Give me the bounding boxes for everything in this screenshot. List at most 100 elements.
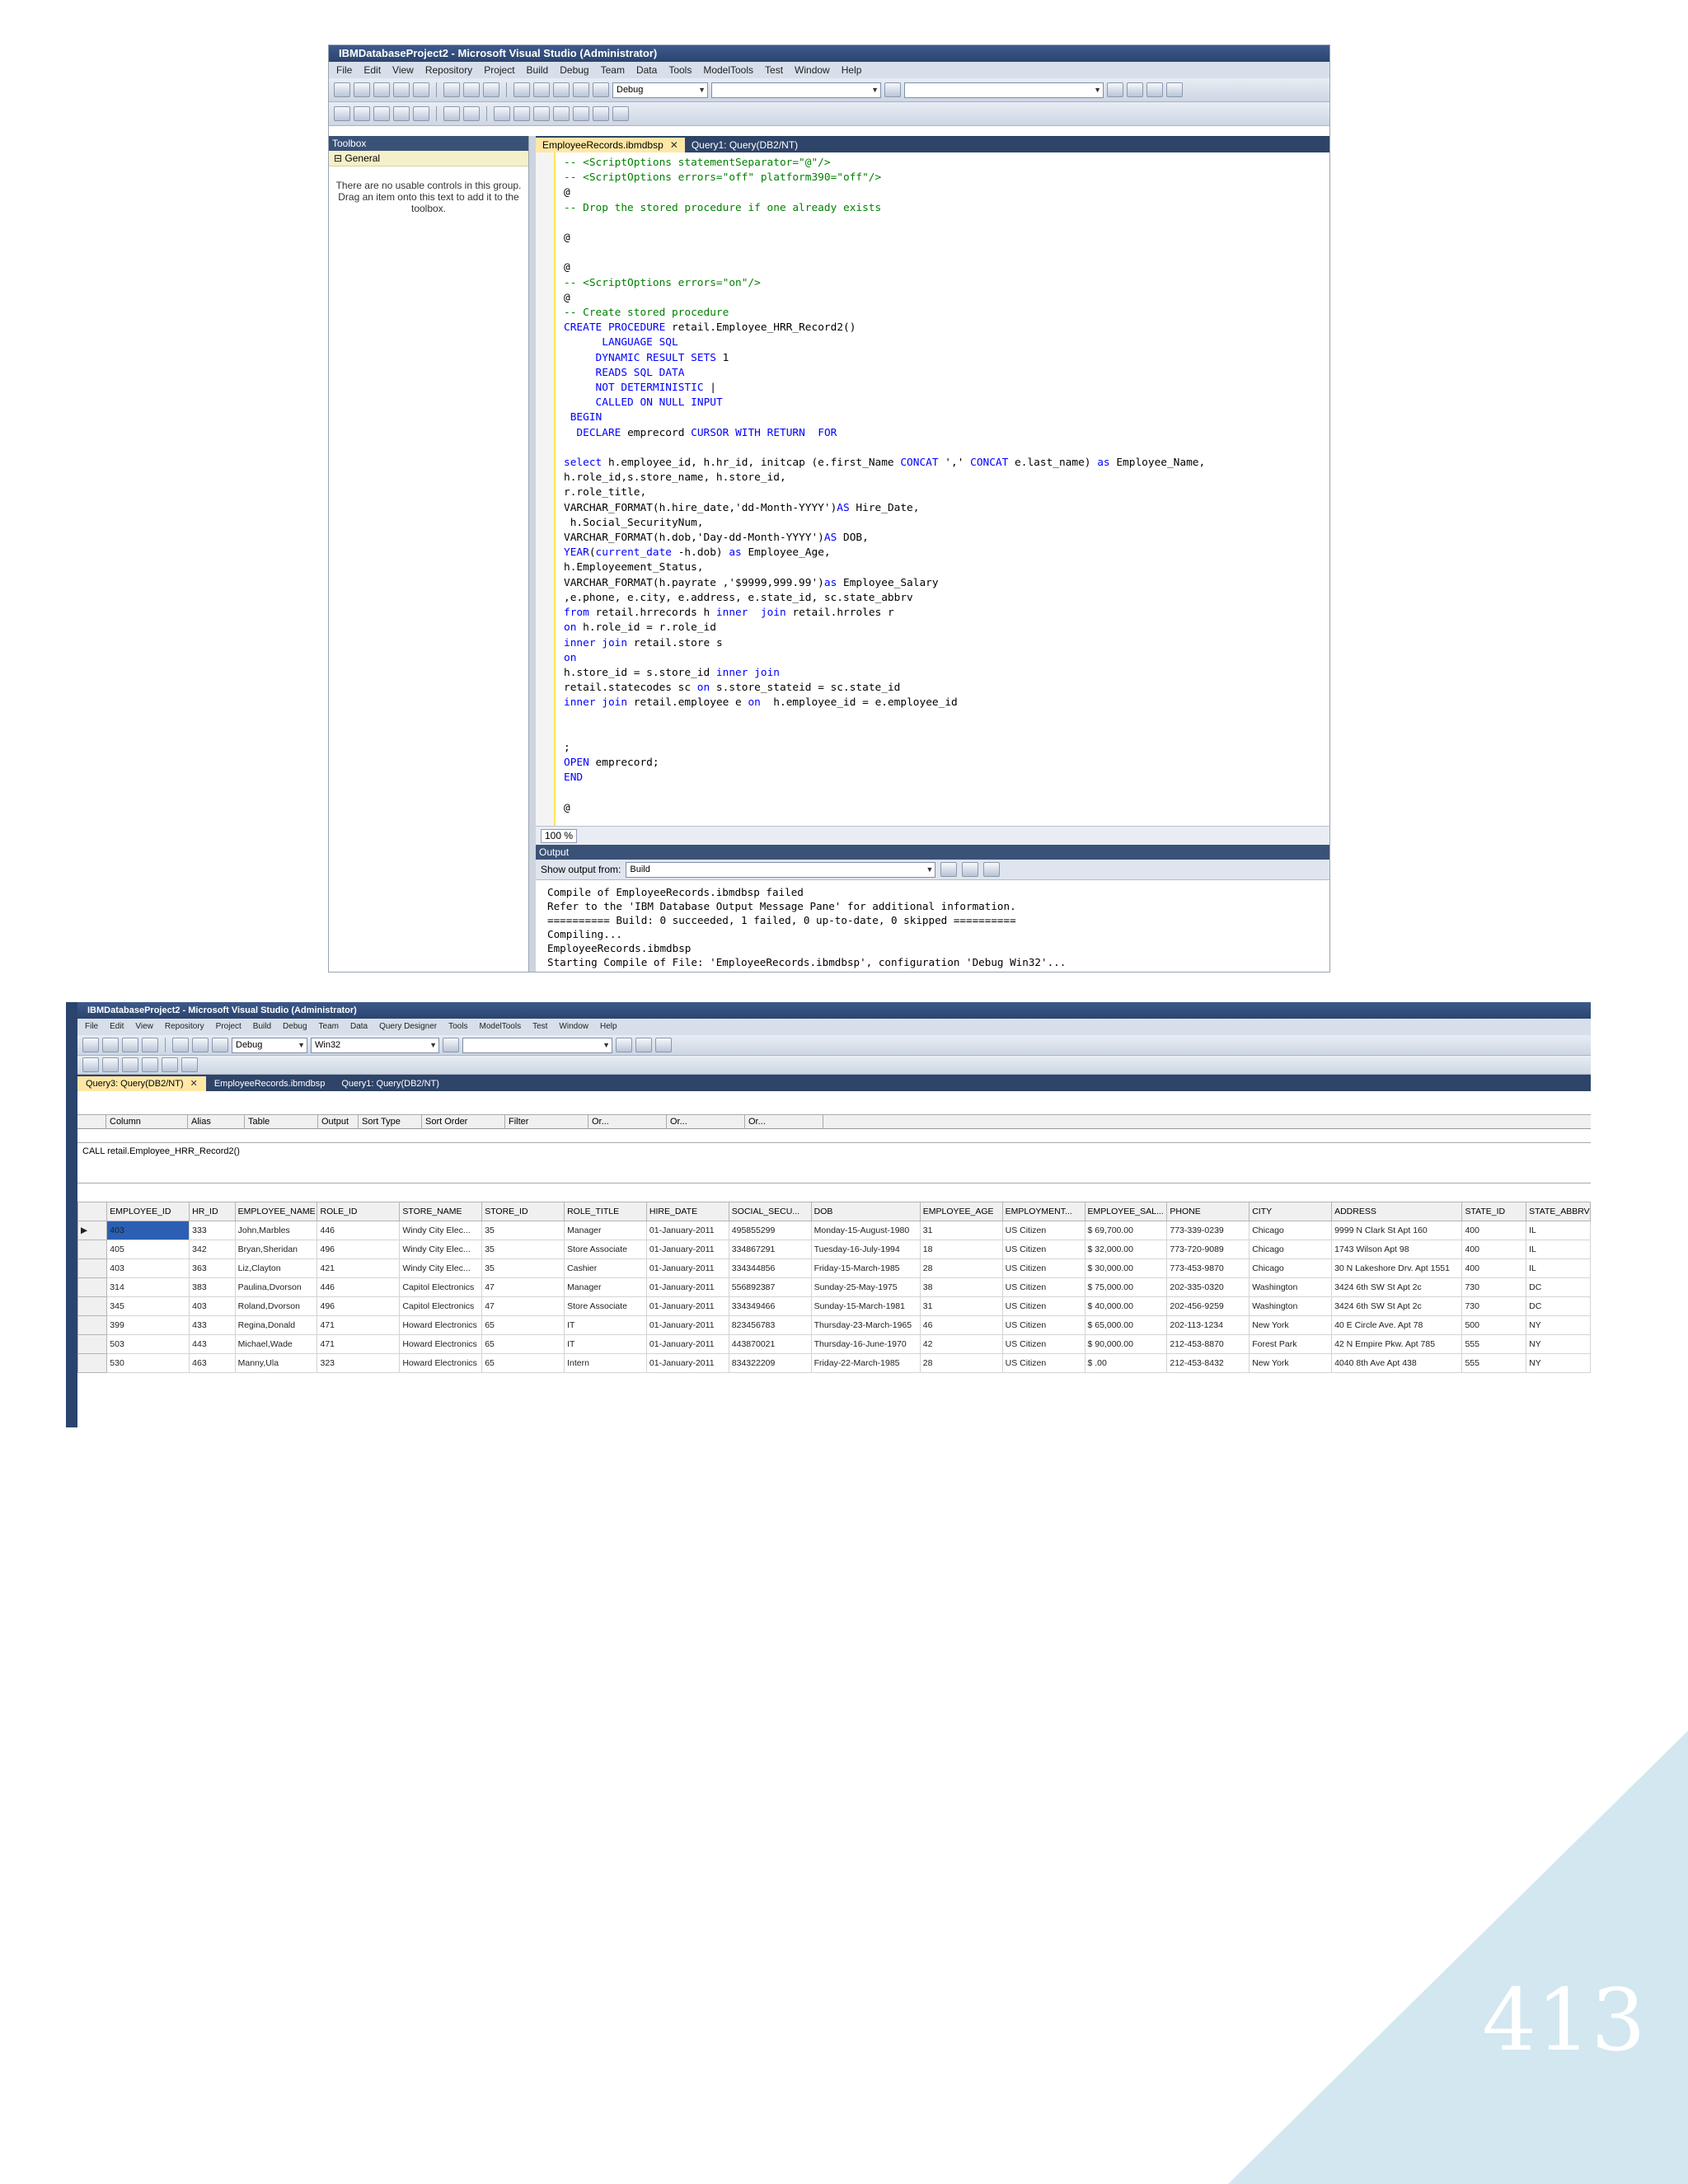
table-cell[interactable]: Sunday-15-March-1981	[810, 1296, 921, 1316]
show-criteria-icon[interactable]	[102, 1057, 119, 1072]
save-icon[interactable]	[122, 1038, 138, 1052]
diagram-pane[interactable]	[77, 1091, 1591, 1115]
table-cell[interactable]: 730	[1461, 1277, 1527, 1297]
table-cell[interactable]: $ 65,000.00	[1084, 1315, 1168, 1335]
tab-query3[interactable]: Query3: Query(DB2/NT) ✕	[77, 1076, 206, 1091]
row-header[interactable]	[77, 1240, 108, 1259]
tab-employee-records[interactable]: EmployeeRecords.ibmdbsp	[206, 1076, 334, 1091]
table-cell[interactable]: Cashier	[564, 1258, 647, 1278]
table-cell[interactable]: 65	[481, 1315, 565, 1335]
table-cell[interactable]: 334349466	[728, 1296, 812, 1316]
table-cell[interactable]: 01-January-2011	[645, 1221, 729, 1240]
table-cell[interactable]: 443	[189, 1334, 236, 1354]
table-cell[interactable]: 01-January-2011	[645, 1353, 729, 1373]
row-header[interactable]	[77, 1334, 108, 1354]
table-cell[interactable]: 463	[189, 1353, 236, 1373]
table-cell[interactable]: 433	[189, 1315, 236, 1335]
bookmark-next-icon[interactable]	[573, 106, 589, 121]
menu-item-build[interactable]: Build	[521, 64, 555, 76]
clear-output-icon[interactable]	[940, 862, 958, 877]
table-cell[interactable]: Friday-22-March-1985	[810, 1353, 921, 1373]
menu-item-project[interactable]: Project	[478, 64, 520, 76]
column-header[interactable]: STATE_ID	[1461, 1202, 1527, 1221]
table-cell[interactable]: IL	[1526, 1221, 1591, 1240]
table-cell[interactable]: US Citizen	[1001, 1353, 1085, 1373]
tab-employee-records[interactable]: EmployeeRecords.ibmdbsp ✕	[536, 138, 685, 152]
row-header[interactable]	[77, 1296, 108, 1316]
table-cell[interactable]: 400	[1461, 1240, 1527, 1259]
table-cell[interactable]: 202-113-1234	[1166, 1315, 1250, 1335]
solution-config-combo[interactable]: Debug ▼	[232, 1037, 307, 1053]
show-diagram-icon[interactable]	[82, 1057, 99, 1072]
table-cell[interactable]: 530	[106, 1353, 190, 1373]
table-cell[interactable]: New York	[1249, 1315, 1333, 1335]
show-output-combo[interactable]: Build ▼	[626, 861, 936, 878]
row-header[interactable]	[77, 1277, 108, 1297]
table-cell[interactable]: Washington	[1249, 1296, 1333, 1316]
show-results-icon[interactable]	[142, 1057, 158, 1072]
table-cell[interactable]: 212-453-8870	[1166, 1334, 1250, 1354]
table-row[interactable]: ▶ 403 333 John,Marbles 446 Windy City Elec...…	[77, 1221, 1591, 1240]
table-cell[interactable]: 496	[316, 1296, 401, 1316]
table-cell[interactable]: 47	[481, 1296, 565, 1316]
table-cell[interactable]: 40 E Circle Ave. Apt 78	[1331, 1315, 1463, 1335]
table-cell[interactable]: $ .00	[1084, 1353, 1168, 1373]
table-cell[interactable]: US Citizen	[1001, 1334, 1085, 1354]
tab-query1[interactable]: Query1: Query(DB2/NT)	[685, 138, 804, 152]
table-cell[interactable]: Paulina,Dvorson	[234, 1277, 318, 1297]
table-cell[interactable]: Windy City Elec...	[399, 1240, 483, 1259]
table-cell[interactable]: Chicago	[1249, 1240, 1333, 1259]
table-cell[interactable]: US Citizen	[1001, 1240, 1085, 1259]
table-cell[interactable]: IT	[564, 1334, 647, 1354]
table-cell[interactable]: Bryan,Sheridan	[234, 1240, 318, 1259]
table-cell[interactable]: 42	[919, 1334, 1003, 1354]
table-cell[interactable]: 28	[919, 1258, 1003, 1278]
table-cell[interactable]: 333	[189, 1221, 236, 1240]
table-cell[interactable]: Manager	[564, 1277, 647, 1297]
bookmark-clear-icon[interactable]	[593, 106, 609, 121]
menu-item-edit[interactable]: Edit	[358, 64, 387, 76]
table-cell[interactable]: 403	[106, 1258, 190, 1278]
table-cell[interactable]: Thursday-16-June-1970	[810, 1334, 921, 1354]
table-cell[interactable]: Howard Electronics	[399, 1334, 483, 1354]
menu-item-test[interactable]: Test	[527, 1022, 553, 1031]
table-cell[interactable]: Store Associate	[564, 1240, 647, 1259]
new-project-icon[interactable]	[82, 1038, 99, 1052]
table-cell[interactable]: 495855299	[728, 1221, 812, 1240]
menu-item-team[interactable]: Team	[313, 1022, 345, 1031]
column-header[interactable]: EMPLOYEE_SAL...	[1084, 1202, 1168, 1221]
menu-item-build[interactable]: Build	[247, 1022, 277, 1031]
table-cell[interactable]: 556892387	[728, 1277, 812, 1297]
column-header[interactable]: STORE_ID	[481, 1202, 565, 1221]
table-cell[interactable]: 823456783	[728, 1315, 812, 1335]
save-all-icon[interactable]	[142, 1038, 158, 1052]
table-cell[interactable]: US Citizen	[1001, 1315, 1085, 1335]
add-item-icon[interactable]	[354, 82, 370, 97]
column-header[interactable]: ROLE_TITLE	[564, 1202, 647, 1221]
menu-item-project[interactable]: Project	[210, 1022, 247, 1031]
table-cell[interactable]: NY	[1526, 1353, 1591, 1373]
solution-config-combo[interactable]: Debug ▼	[612, 82, 708, 98]
menu-item-help[interactable]: Help	[594, 1022, 623, 1031]
table-cell[interactable]: Washington	[1249, 1277, 1333, 1297]
deploy-icon[interactable]	[354, 106, 370, 121]
table-cell[interactable]: $ 75,000.00	[1084, 1277, 1168, 1297]
table-cell[interactable]: 405	[106, 1240, 190, 1259]
menu-item-data[interactable]: Data	[345, 1022, 373, 1031]
menu-item-repository[interactable]: Repository	[159, 1022, 210, 1031]
table-cell[interactable]: IL	[1526, 1240, 1591, 1259]
table-cell[interactable]: 730	[1461, 1296, 1527, 1316]
find-combo[interactable]: ▼	[462, 1037, 612, 1053]
table-cell[interactable]: 500	[1461, 1315, 1527, 1335]
grid-icon[interactable]	[413, 106, 429, 121]
criteria-grid-row[interactable]	[77, 1129, 1591, 1143]
table-cell[interactable]: 01-January-2011	[645, 1277, 729, 1297]
table-cell[interactable]: US Citizen	[1001, 1258, 1085, 1278]
table-cell[interactable]: 334867291	[728, 1240, 812, 1259]
zoom-level[interactable]: 100 %	[541, 829, 578, 844]
sql-pane[interactable]: CALL retail.Employee_HRR_Record2()	[77, 1143, 1591, 1183]
table-cell[interactable]: 555	[1461, 1353, 1527, 1373]
table-cell[interactable]: 65	[481, 1353, 565, 1373]
table-cell[interactable]: $ 32,000.00	[1084, 1240, 1168, 1259]
start-debug-icon[interactable]	[212, 1038, 228, 1052]
